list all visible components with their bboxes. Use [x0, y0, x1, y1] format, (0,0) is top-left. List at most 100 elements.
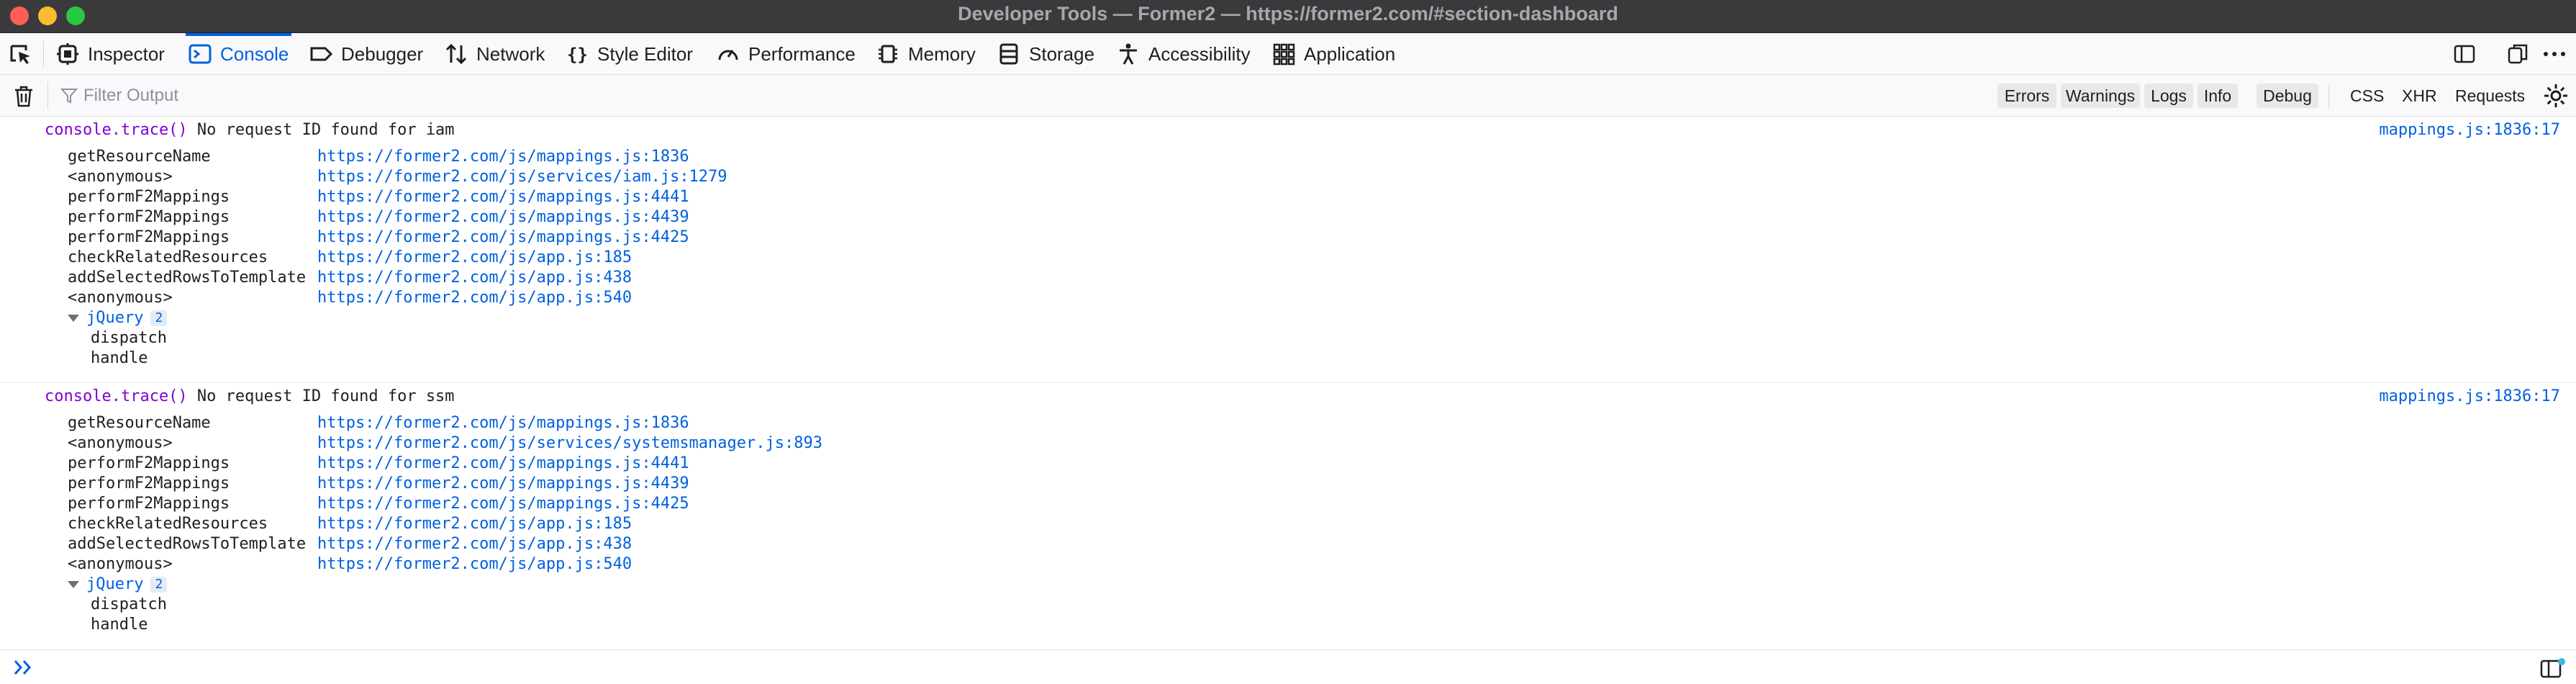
- filter-css-button[interactable]: CSS: [2350, 84, 2384, 108]
- filter-debug-button[interactable]: Debug: [2257, 84, 2318, 108]
- tab-style-editor[interactable]: {} Style Editor: [566, 33, 693, 75]
- frame-function: checkRelatedResources: [68, 248, 268, 266]
- application-icon: [1272, 42, 1295, 66]
- frame-url-link[interactable]: https://former2.com/js/app.js:185: [317, 514, 632, 534]
- frame-group-toggle[interactable]: jQuery 2: [68, 575, 168, 595]
- svg-text:{}: {}: [567, 45, 588, 65]
- frame-url-link[interactable]: https://former2.com/js/app.js:438: [317, 534, 632, 554]
- tab-label: Accessibility: [1148, 42, 1251, 65]
- tab-console[interactable]: Console: [185, 33, 292, 75]
- element-picker-icon[interactable]: [9, 43, 35, 65]
- frame-function: performF2Mappings: [68, 188, 230, 206]
- window-title: Developer Tools — Former2 — https://form…: [958, 3, 1618, 24]
- group-count-badge: 2: [150, 577, 168, 593]
- filter-xhr-button[interactable]: XHR: [2402, 84, 2437, 108]
- frame-url-link[interactable]: https://former2.com/js/mappings.js:4425: [317, 494, 689, 514]
- more-options-icon[interactable]: [2541, 43, 2567, 65]
- tab-application[interactable]: Application: [1272, 33, 1395, 75]
- frame-function: getResourceName: [68, 148, 211, 166]
- frame-url-link[interactable]: https://former2.com/js/services/systemsm…: [317, 433, 822, 454]
- frame-url-link[interactable]: https://former2.com/js/app.js:540: [317, 288, 632, 308]
- console-icon: [189, 42, 212, 66]
- frame-url-link[interactable]: https://former2.com/js/mappings.js:1836: [317, 147, 689, 167]
- group-frame: dispatch: [91, 329, 167, 347]
- console-settings-gear-icon[interactable]: [2543, 83, 2569, 109]
- frame-url-link[interactable]: https://former2.com/js/mappings.js:1836: [317, 413, 689, 433]
- tab-storage[interactable]: Storage: [997, 33, 1094, 75]
- frame-function: performF2Mappings: [68, 228, 230, 246]
- frame-function: performF2Mappings: [68, 474, 230, 492]
- tab-performance[interactable]: Performance: [717, 33, 856, 75]
- console-input-line[interactable]: [0, 649, 2576, 684]
- filter-info-button[interactable]: Info: [2198, 84, 2238, 108]
- filter-warnings-button[interactable]: Warnings: [2061, 84, 2140, 108]
- dock-options-icon[interactable]: [2507, 43, 2529, 65]
- frame-url-link[interactable]: https://former2.com/js/mappings.js:4439: [317, 474, 689, 494]
- frame-url-link[interactable]: https://former2.com/js/mappings.js:4441: [317, 187, 689, 207]
- frame-url-link[interactable]: https://former2.com/js/app.js:438: [317, 268, 632, 288]
- console-message: console.trace() No request ID found for …: [0, 384, 2576, 649]
- message-text[interactable]: console.trace() No request ID found for …: [45, 387, 455, 407]
- tab-label: Console: [220, 42, 289, 65]
- frame-function: addSelectedRowsToTemplate: [68, 269, 307, 287]
- frame-function: <anonymous>: [68, 434, 173, 452]
- storage-icon: [997, 42, 1020, 66]
- message-location-link[interactable]: mappings.js:1836:17: [2379, 120, 2560, 140]
- tab-label: Debugger: [341, 42, 424, 65]
- frame-url-link[interactable]: https://former2.com/js/mappings.js:4439: [317, 207, 689, 228]
- frame-function: performF2Mappings: [68, 208, 230, 226]
- message-location-link[interactable]: mappings.js:1836:17: [2379, 387, 2560, 407]
- memory-icon: [876, 42, 899, 66]
- group-frame: handle: [91, 616, 148, 634]
- expand-arrow-icon: [68, 315, 79, 322]
- frame-url-link[interactable]: https://former2.com/js/app.js:185: [317, 248, 632, 268]
- filter-requests-button[interactable]: Requests: [2455, 84, 2525, 108]
- tab-debugger[interactable]: Debugger: [309, 33, 423, 75]
- frame-function: <anonymous>: [68, 168, 173, 186]
- devtools-toolbar: Inspector Console Debugger Network {} St…: [0, 33, 2576, 75]
- filter-logs-button[interactable]: Logs: [2144, 84, 2193, 108]
- performance-icon: [717, 42, 740, 66]
- frame-url-link[interactable]: https://former2.com/js/mappings.js:4441: [317, 454, 689, 474]
- filter-divider: [2328, 85, 2329, 108]
- tab-label: Storage: [1029, 42, 1095, 65]
- message-body: No request ID found for ssm: [187, 387, 455, 405]
- group-frame: handle: [91, 349, 148, 367]
- tab-accessibility[interactable]: Accessibility: [1117, 33, 1251, 75]
- frame-function: <anonymous>: [68, 555, 173, 573]
- trace-keyword: console.trace(): [45, 387, 188, 405]
- window-titlebar: Developer Tools — Former2 — https://form…: [0, 0, 2576, 33]
- expand-arrow-icon: [68, 581, 79, 588]
- frame-function: <anonymous>: [68, 289, 173, 307]
- toolbar-divider: [43, 40, 44, 68]
- clear-console-icon[interactable]: [13, 85, 35, 108]
- frame-group-toggle[interactable]: jQuery 2: [68, 308, 168, 328]
- toggle-sidebar-icon[interactable]: [2454, 43, 2475, 65]
- tab-label: Network: [476, 42, 545, 65]
- frame-url-link[interactable]: https://former2.com/js/services/iam.js:1…: [317, 167, 727, 187]
- filter-errors-button[interactable]: Errors: [1997, 84, 2056, 108]
- frame-function: addSelectedRowsToTemplate: [68, 535, 307, 553]
- frame-function: getResourceName: [68, 414, 211, 432]
- frame-function: checkRelatedResources: [68, 515, 268, 533]
- group-label: jQuery: [86, 575, 144, 593]
- tab-label: Style Editor: [597, 42, 693, 65]
- network-icon: [445, 42, 468, 66]
- frame-url-link[interactable]: https://former2.com/js/app.js:540: [317, 554, 632, 575]
- debugger-icon: [309, 42, 333, 66]
- trace-keyword: console.trace(): [45, 121, 188, 139]
- tab-memory[interactable]: Memory: [876, 33, 976, 75]
- tab-label: Memory: [908, 42, 976, 65]
- console-filter-bar: Errors Warnings Logs Info Debug CSS XHR …: [0, 75, 2576, 117]
- style-editor-icon: {}: [566, 42, 589, 66]
- tab-network[interactable]: Network: [445, 33, 545, 75]
- frame-url-link[interactable]: https://former2.com/js/mappings.js:4425: [317, 228, 689, 248]
- tab-inspector[interactable]: Inspector: [56, 33, 165, 75]
- tab-label: Performance: [748, 42, 856, 65]
- message-text[interactable]: console.trace() No request ID found for …: [45, 120, 455, 140]
- frame-function: performF2Mappings: [68, 495, 230, 513]
- prompt-chevron-icon: [13, 659, 35, 676]
- multiline-editor-toggle-icon[interactable]: [2540, 657, 2566, 679]
- message-body: No request ID found for iam: [187, 121, 455, 139]
- filter-output-input[interactable]: [58, 81, 1209, 111]
